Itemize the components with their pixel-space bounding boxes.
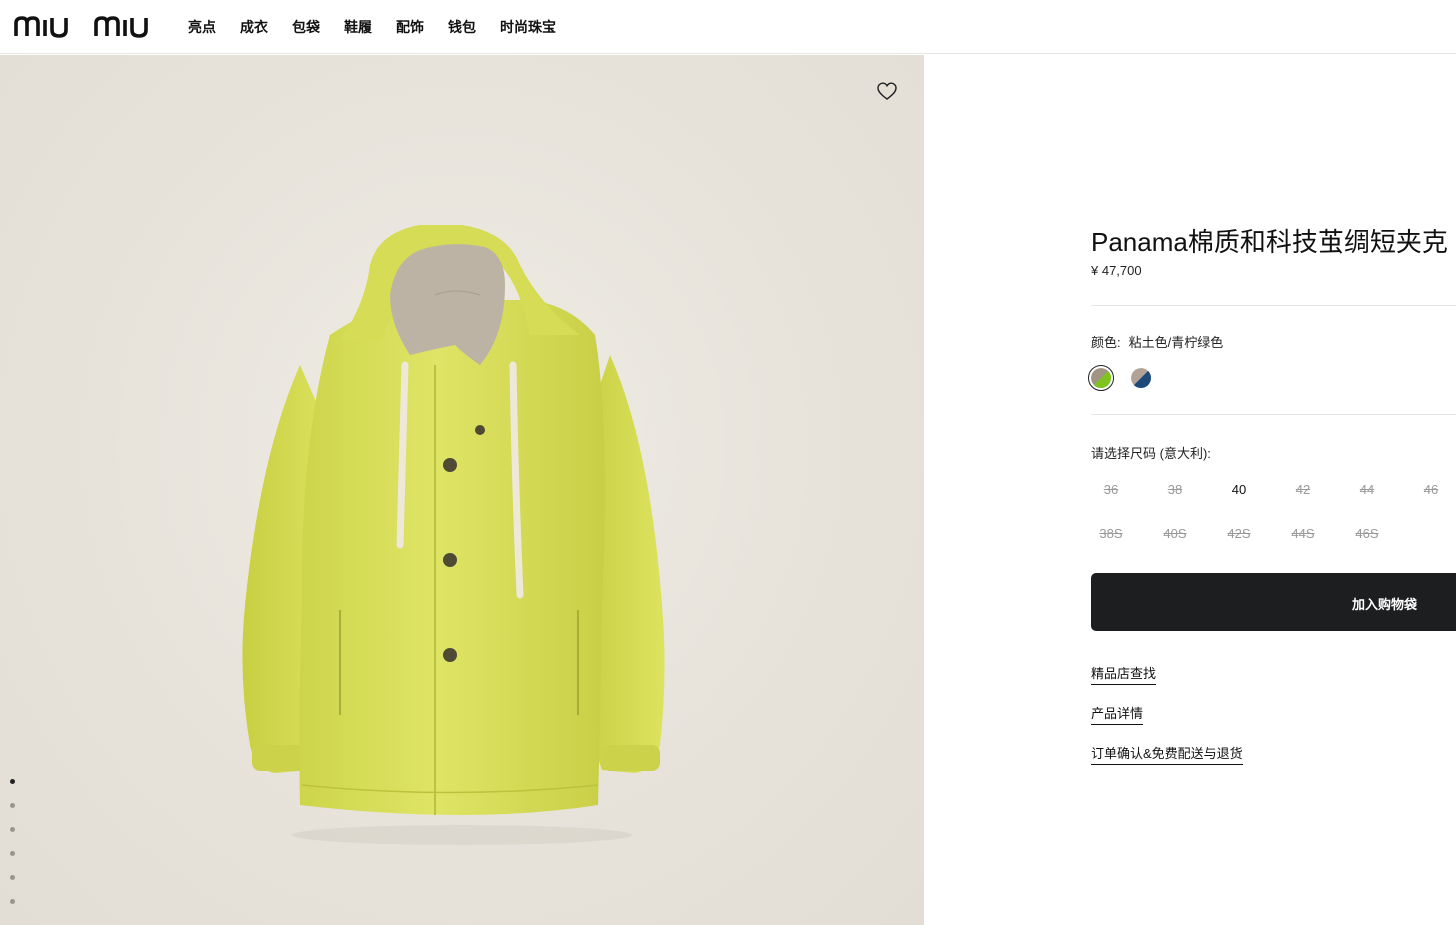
main-nav: 亮点 成衣 包袋 鞋履 配饰 钱包 时尚珠宝 [188, 0, 580, 54]
size-option-44S[interactable]: 44S [1283, 526, 1323, 541]
size-option-38[interactable]: 38 [1155, 482, 1195, 497]
size-option-44[interactable]: 44 [1347, 482, 1387, 497]
wishlist-heart-icon[interactable] [876, 81, 898, 101]
gallery-dot-1[interactable] [10, 779, 15, 784]
nav-item-shoes[interactable]: 鞋履 [344, 17, 372, 37]
size-option-46[interactable]: 46 [1411, 482, 1451, 497]
shipping-returns-link[interactable]: 订单确认&免费配送与退货 [1091, 743, 1243, 765]
product-image-gallery[interactable] [0, 55, 924, 925]
size-option-40S[interactable]: 40S [1155, 526, 1195, 541]
product-title: Panama棉质和科技茧绸短夹克 [1091, 227, 1448, 257]
product-price: ¥ 47,700 [1091, 263, 1142, 278]
color-label: 颜色: [1091, 335, 1121, 350]
size-option-42[interactable]: 42 [1283, 482, 1323, 497]
add-to-bag-label: 加入购物袋 [1352, 597, 1418, 612]
nav-item-bags[interactable]: 包袋 [292, 17, 320, 37]
gallery-dot-4[interactable] [10, 851, 15, 856]
size-option-42S[interactable]: 42S [1219, 526, 1259, 541]
product-jacket-image [242, 225, 665, 845]
color-value: 粘土色/青柠绿色 [1128, 335, 1224, 350]
nav-item-wallets[interactable]: 钱包 [448, 17, 476, 37]
store-locator-link[interactable]: 精品店查找 [1091, 663, 1157, 685]
add-to-bag-button[interactable]: 加入购物袋 [1091, 573, 1456, 631]
divider [1091, 414, 1456, 415]
size-option-40[interactable]: 40 [1219, 482, 1259, 497]
color-selection-label: 颜色: 粘土色/青柠绿色 [1091, 332, 1223, 351]
gallery-dot-5[interactable] [10, 875, 15, 880]
gallery-pagination [10, 779, 15, 923]
color-swatch-clay-navy[interactable] [1131, 368, 1151, 388]
size-option-38S[interactable]: 38S [1091, 526, 1131, 541]
size-selection-label: 请选择尺码 (意大利): [1091, 446, 1211, 461]
nav-item-accessories[interactable]: 配饰 [396, 17, 424, 37]
brand-logo[interactable] [14, 14, 164, 38]
gallery-dot-2[interactable] [10, 803, 15, 808]
color-swatch-clay-lime[interactable] [1088, 365, 1114, 391]
nav-item-ready-to-wear[interactable]: 成衣 [240, 17, 268, 37]
nav-item-fashion-jewelry[interactable]: 时尚珠宝 [500, 17, 556, 37]
size-option-36[interactable]: 36 [1091, 482, 1131, 497]
size-option-46S[interactable]: 46S [1347, 526, 1387, 541]
divider [1091, 305, 1456, 306]
gallery-dot-6[interactable] [10, 899, 15, 904]
nav-item-highlights[interactable]: 亮点 [188, 17, 216, 37]
site-header: 亮点 成衣 包袋 鞋履 配饰 钱包 时尚珠宝 [0, 0, 1456, 54]
gallery-dot-3[interactable] [10, 827, 15, 832]
product-details-link[interactable]: 产品详情 [1091, 703, 1144, 725]
